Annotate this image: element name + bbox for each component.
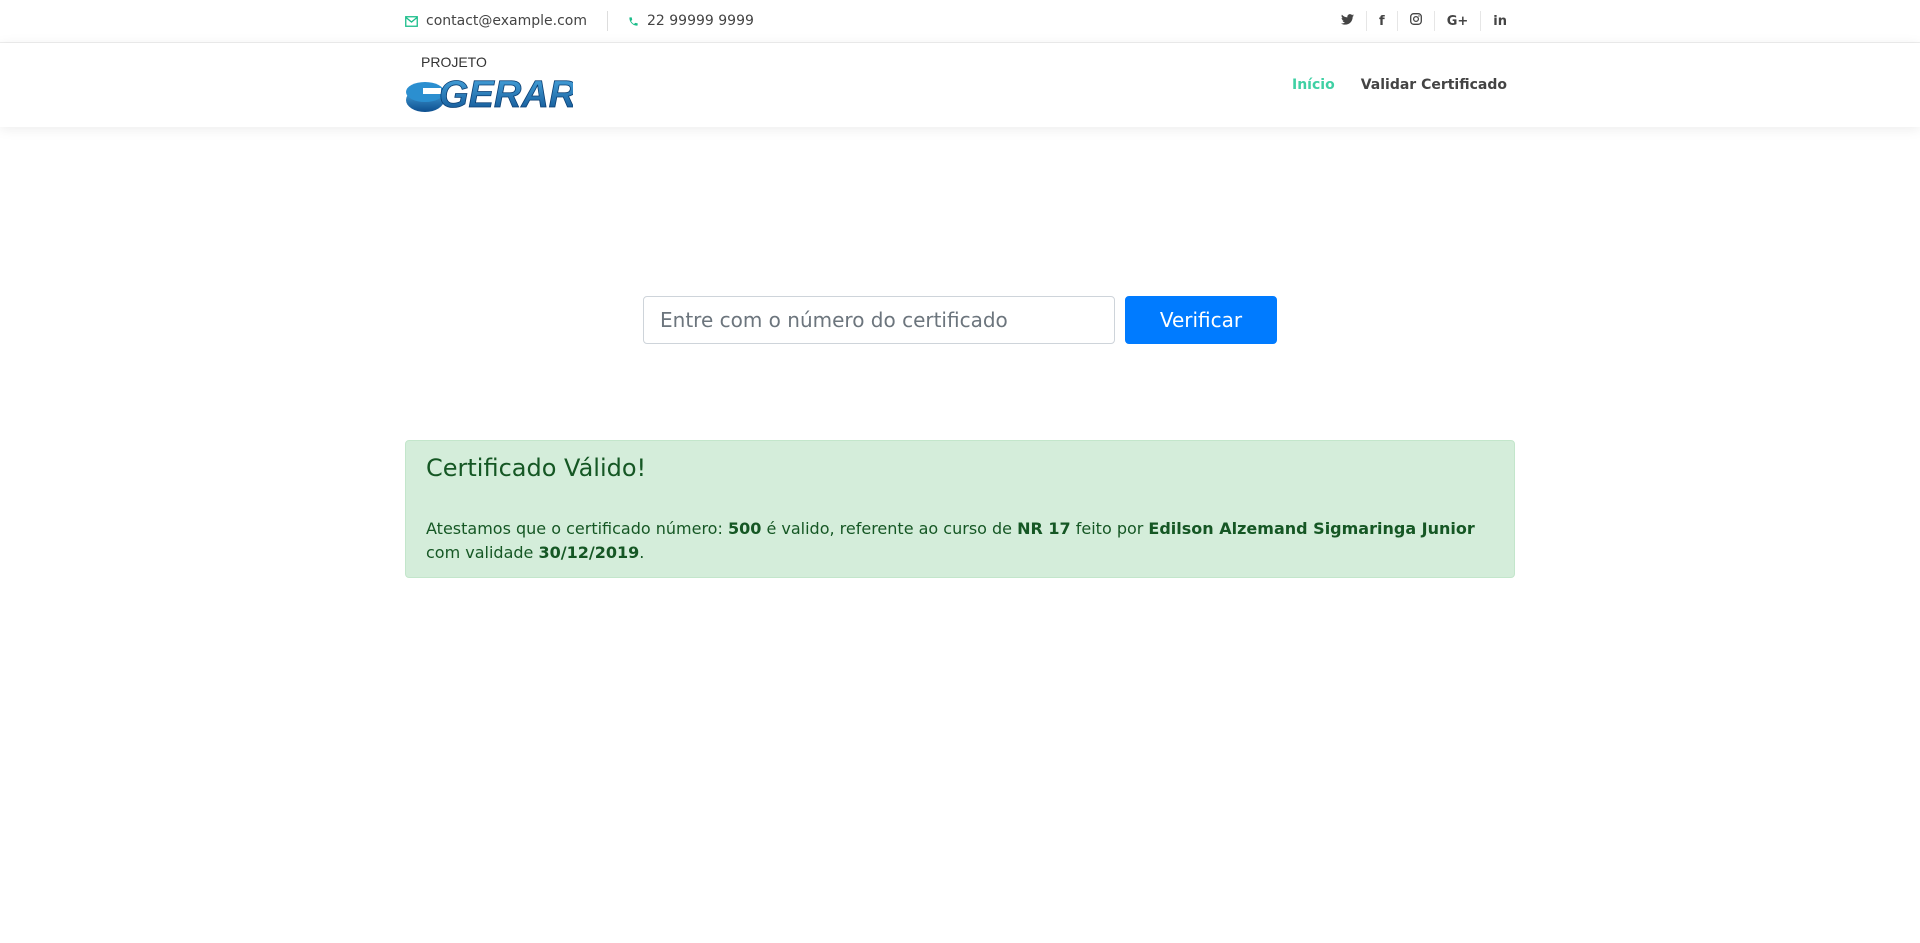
result-text-2: é valido, referente ao curso de: [761, 519, 1018, 538]
result-text-3: feito por: [1070, 519, 1149, 538]
logo[interactable]: PROJETO GERAR: [405, 55, 573, 115]
linkedin-link[interactable]: in: [1480, 11, 1515, 31]
facebook-link[interactable]: f: [1366, 11, 1397, 31]
linkedin-icon: in: [1493, 13, 1507, 29]
google-plus-icon: G+: [1446, 13, 1469, 29]
contact-phone[interactable]: 22 99999 9999: [607, 11, 754, 31]
contact-info: contact@example.com 22 99999 9999: [405, 11, 754, 31]
instagram-icon: [1409, 13, 1422, 29]
certificate-result-alert: Certificado Válido! Atestamos que o cert…: [405, 440, 1515, 578]
course-name: NR 17: [1017, 519, 1071, 538]
email-text: contact@example.com: [426, 13, 587, 29]
result-text-5: .: [639, 543, 645, 562]
facebook-icon: f: [1379, 13, 1385, 29]
social-links: f G+ in: [1329, 11, 1515, 31]
google-plus-link[interactable]: G+: [1433, 11, 1481, 31]
search-form: Verificar: [405, 296, 1515, 344]
contact-email[interactable]: contact@example.com: [405, 13, 587, 29]
certificate-number-input[interactable]: [643, 296, 1115, 344]
person-name: Edilson Alzemand Sigmaringa Junior: [1148, 519, 1475, 538]
twitter-icon: [1341, 13, 1355, 29]
instagram-link[interactable]: [1396, 11, 1434, 31]
phone-icon: [628, 16, 639, 27]
main-nav: Início Validar Certificado: [1266, 77, 1515, 93]
envelope-icon: [405, 15, 418, 27]
phone-text: 22 99999 9999: [647, 13, 754, 29]
logo-image: PROJETO GERAR: [406, 55, 573, 115]
svg-text:PROJETO: PROJETO: [421, 55, 487, 70]
nav-validar-certificado[interactable]: Validar Certificado: [1361, 77, 1507, 93]
result-heading: Certificado Válido!: [426, 454, 647, 482]
svg-text:GERAR: GERAR: [439, 74, 573, 115]
nav-inicio[interactable]: Início: [1292, 77, 1335, 93]
main-content: Verificar Certificado Válido! Atestamos …: [405, 296, 1515, 578]
header: PROJETO GERAR Início Validar Certificado: [0, 43, 1920, 127]
twitter-link[interactable]: [1329, 11, 1366, 31]
result-text-1: Atestamos que o certificado número:: [426, 519, 728, 538]
result-text: Atestamos que o certificado número: 500 …: [426, 517, 1494, 565]
topbar: contact@example.com 22 99999 9999 f G+ i…: [0, 0, 1920, 43]
validity-date: 30/12/2019: [538, 543, 640, 562]
result-text-4: com validade: [426, 543, 539, 562]
certificate-number: 500: [727, 519, 762, 538]
verify-button[interactable]: Verificar: [1125, 296, 1277, 344]
